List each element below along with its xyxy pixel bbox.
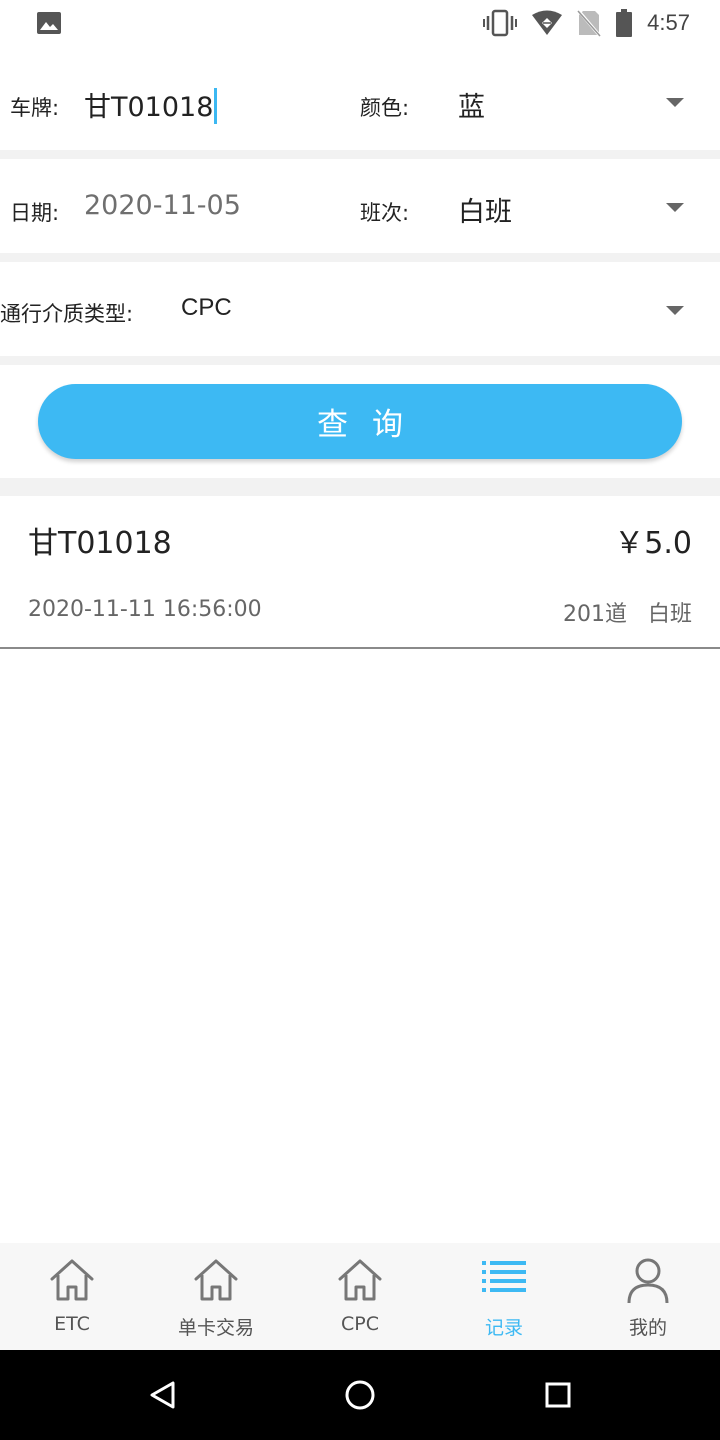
back-icon	[150, 1381, 175, 1409]
tab-mine[interactable]: 我的	[576, 1243, 720, 1350]
plate-value: 甘T01018	[84, 92, 214, 123]
tab-label: CPC	[341, 1313, 379, 1335]
plate-label: 车牌:	[10, 96, 60, 120]
date-label: 日期:	[10, 201, 60, 225]
color-label: 颜色:	[360, 96, 410, 120]
shift-select[interactable]: 白班	[440, 173, 710, 241]
medium-select[interactable]: CPC	[170, 276, 710, 344]
shift-label: 班次:	[360, 201, 410, 225]
tab-cpc[interactable]: CPC	[288, 1243, 432, 1350]
tab-single-card[interactable]: 单卡交易	[144, 1243, 288, 1350]
tab-etc[interactable]: ETC	[0, 1243, 144, 1350]
recents-button[interactable]	[513, 1350, 603, 1440]
record-time: 2020-11-11 16:56:00	[28, 597, 262, 622]
no-sim-icon	[577, 9, 602, 37]
record-shift: 白班	[647, 602, 692, 627]
record-plate: 甘T01018	[28, 526, 172, 561]
status-bar: 4:57	[0, 0, 720, 48]
divider	[0, 478, 720, 496]
divider	[0, 253, 720, 262]
color-select[interactable]: 蓝	[440, 68, 710, 138]
home-button[interactable]	[315, 1350, 405, 1440]
divider	[0, 356, 720, 365]
chevron-down-icon	[666, 203, 684, 212]
home-icon	[194, 1259, 238, 1301]
recents-icon	[545, 1382, 571, 1408]
battery-icon	[616, 9, 633, 37]
record-lane: 201道	[563, 602, 627, 627]
plate-color-row: 车牌: 甘T01018 颜色: 蓝	[0, 48, 720, 150]
image-icon	[37, 12, 61, 34]
record-amount: ￥5.0	[614, 526, 692, 561]
query-button[interactable]: 查询	[38, 384, 682, 459]
bottom-tab-bar: ETC 单卡交易 CPC 记录 我的	[0, 1243, 720, 1350]
tab-label: 单卡交易	[177, 1317, 254, 1339]
home-circle-icon	[345, 1380, 375, 1410]
system-nav-bar	[0, 1350, 720, 1440]
person-icon	[627, 1258, 669, 1304]
vibrate-icon	[483, 9, 518, 37]
record-meta: 201道 白班	[563, 596, 692, 628]
tab-records[interactable]: 记录	[432, 1243, 576, 1350]
text-cursor	[214, 87, 218, 124]
back-button[interactable]	[117, 1350, 207, 1440]
chevron-down-icon	[666, 306, 684, 315]
medium-row: 通行介质类型: CPC	[0, 262, 720, 356]
divider	[0, 150, 720, 159]
record-divider	[0, 647, 720, 649]
chevron-down-icon	[666, 98, 684, 107]
tab-label: ETC	[54, 1313, 90, 1335]
shift-value: 白班	[458, 197, 512, 228]
home-icon	[50, 1259, 94, 1301]
wifi-icon	[532, 10, 563, 35]
list-icon	[482, 1261, 526, 1292]
date-shift-row: 日期: 2020-11-05 班次: 白班	[0, 159, 720, 253]
date-field[interactable]: 2020-11-05	[84, 190, 241, 221]
home-icon	[338, 1259, 382, 1301]
color-value: 蓝	[458, 92, 485, 123]
tab-label: 记录	[484, 1317, 523, 1339]
status-time: 4:57	[647, 10, 690, 35]
tab-label: 我的	[628, 1317, 667, 1339]
medium-label: 通行介质类型:	[0, 302, 134, 326]
plate-input[interactable]: 甘T01018	[84, 85, 218, 127]
medium-value: CPC	[181, 294, 232, 321]
